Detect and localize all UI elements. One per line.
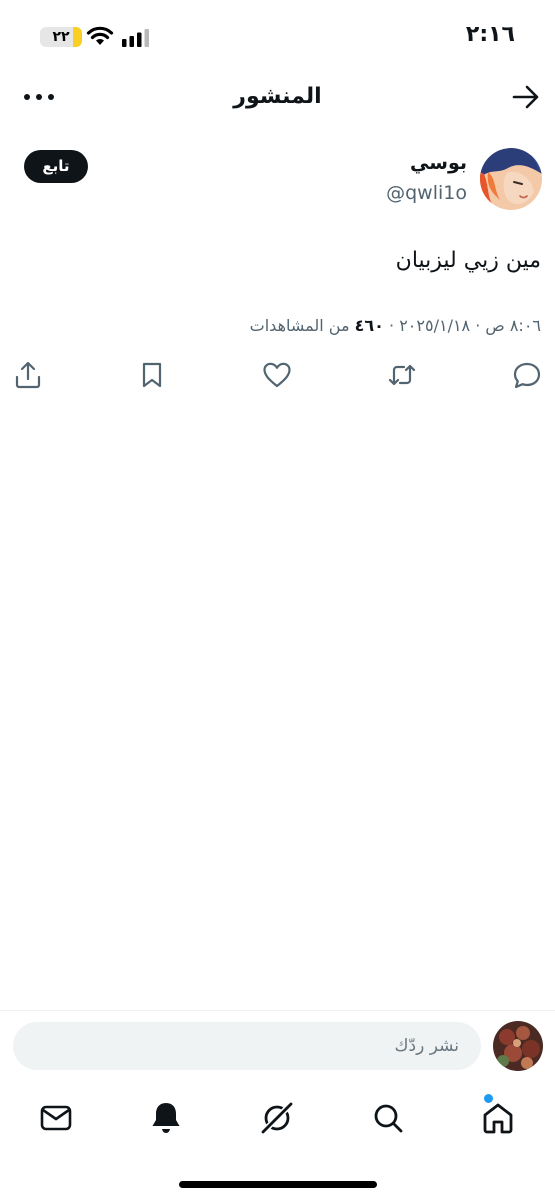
post-text: مين زيي ليزبيان xyxy=(395,248,541,273)
current-user-avatar[interactable] xyxy=(493,1021,543,1071)
post-timestamp: ٨:٠٦ ص · ٢٠٢٥/١/١٨ · xyxy=(383,316,541,335)
status-bar: ٢:١٦ ٢٢ xyxy=(0,0,555,70)
cellular-signal-icon xyxy=(122,29,149,47)
notifications-icon[interactable] xyxy=(146,1098,186,1138)
grok-icon[interactable] xyxy=(257,1098,297,1138)
repost-icon[interactable] xyxy=(387,360,417,390)
battery-level: ٢٢ xyxy=(52,29,70,45)
home-icon[interactable] xyxy=(478,1098,518,1138)
views-count[interactable]: ٤٦٠ xyxy=(355,316,384,335)
reply-input[interactable] xyxy=(13,1022,481,1070)
bookmark-icon[interactable] xyxy=(137,360,167,390)
post-actions xyxy=(0,360,555,394)
author-avatar[interactable] xyxy=(480,148,542,210)
back-arrow-icon[interactable] xyxy=(511,82,541,112)
follow-button[interactable]: تابع xyxy=(24,150,88,183)
views-label: من المشاهدات xyxy=(249,316,355,335)
status-time: ٢:١٦ xyxy=(465,22,515,47)
home-notification-dot xyxy=(484,1094,493,1103)
post-header: المنشور xyxy=(0,70,555,128)
home-indicator xyxy=(179,1181,377,1188)
author-handle[interactable]: @qwli1o xyxy=(386,182,467,204)
bottom-tab-bar xyxy=(0,1090,555,1146)
share-icon[interactable] xyxy=(13,360,43,390)
search-icon[interactable] xyxy=(368,1098,408,1138)
page-title: المنشور xyxy=(233,84,322,109)
author-display-name[interactable]: بوسي xyxy=(410,152,467,174)
reply-icon[interactable] xyxy=(512,360,542,390)
like-icon[interactable] xyxy=(262,360,292,390)
reply-divider xyxy=(0,1010,555,1011)
post-meta: ٨:٠٦ ص · ٢٠٢٥/١/١٨ · ٤٦٠ من المشاهدات xyxy=(250,316,541,335)
battery-icon: ٢٢ xyxy=(40,27,82,47)
wifi-icon xyxy=(86,26,114,45)
messages-icon[interactable] xyxy=(36,1098,76,1138)
